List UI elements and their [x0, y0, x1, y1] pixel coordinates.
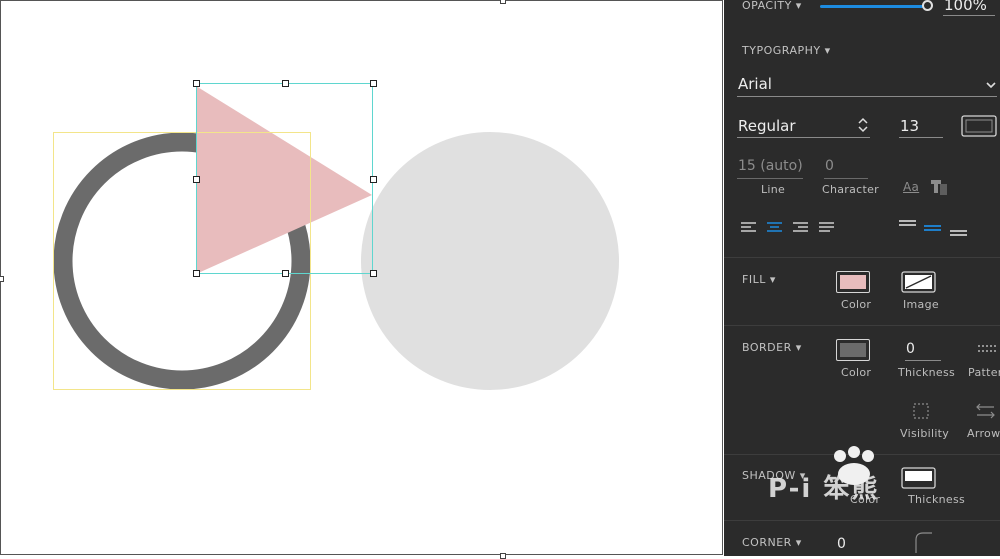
section-divider [724, 520, 1000, 521]
corner-section-label[interactable]: CORNER ▾ [742, 536, 802, 549]
shadow-preview-icon[interactable] [901, 467, 936, 489]
border-pattern-label: Patter [968, 366, 1000, 379]
shadow-thickness-label: Thickness [908, 493, 966, 506]
arrow-icon[interactable] [976, 403, 996, 419]
fill-image-icon[interactable] [901, 271, 936, 293]
properties-panel: OPACITY ▾ 100% TYPOGRAPHY ▾ Arial Regula… [724, 0, 1000, 556]
corner-radius-input[interactable]: 0 [837, 536, 846, 552]
text-transform-icon[interactable] [930, 179, 948, 196]
character-spacing-underline [824, 178, 868, 179]
resize-handle-right[interactable] [370, 176, 377, 183]
border-thickness-input[interactable]: 0 [906, 341, 915, 357]
character-spacing-input[interactable]: 0 [825, 158, 834, 174]
resize-handle-bottom-left[interactable] [193, 270, 200, 277]
resize-handle-top-left[interactable] [193, 80, 200, 87]
font-family-underline [737, 96, 997, 97]
line-height-label: Line [761, 183, 786, 196]
gray-circle-shape[interactable] [361, 132, 619, 390]
vertical-align-bottom-icon[interactable] [949, 229, 969, 239]
border-color-label: Color [841, 366, 872, 379]
resize-handle-bottom-right[interactable] [370, 270, 377, 277]
resize-handle-left[interactable] [193, 176, 200, 183]
border-section-label[interactable]: BORDER ▾ [742, 341, 802, 354]
border-color-swatch[interactable] [836, 339, 870, 361]
opacity-value-underline [943, 15, 995, 16]
font-family-select[interactable]: Arial [738, 75, 772, 93]
fill-section-label[interactable]: FILL ▾ [742, 273, 776, 286]
fill-color-swatch[interactable] [836, 271, 870, 293]
text-box-icon[interactable] [961, 115, 997, 137]
triangle-selection-box [196, 83, 373, 274]
vertical-align-middle-icon[interactable] [923, 224, 943, 234]
opacity-slider-thumb[interactable] [922, 0, 933, 11]
border-thickness-underline [905, 360, 941, 361]
fill-image-label: Image [903, 298, 939, 311]
font-size-input[interactable]: 13 [900, 117, 919, 135]
visibility-label: Visibility [900, 427, 950, 440]
arrow-label: Arrow [967, 427, 1000, 440]
opacity-section-label[interactable]: OPACITY ▾ [742, 0, 802, 12]
line-height-input[interactable]: 15 (auto) [738, 158, 803, 174]
design-canvas[interactable] [0, 0, 724, 559]
vertical-align-top-icon[interactable] [898, 219, 918, 229]
resize-handle-bottom[interactable] [282, 270, 289, 277]
resize-handle-top[interactable] [282, 80, 289, 87]
align-justify-icon[interactable] [818, 221, 836, 235]
chevron-down-icon[interactable] [986, 80, 996, 90]
align-left-icon[interactable] [740, 221, 758, 235]
opacity-value[interactable]: 100% [944, 0, 987, 14]
fill-color-label: Color [841, 298, 872, 311]
up-down-chevron-icon[interactable] [858, 116, 868, 134]
visibility-icon[interactable] [912, 402, 930, 420]
section-divider [724, 257, 1000, 258]
corner-radius-icon[interactable] [914, 530, 934, 554]
line-height-underline [737, 178, 803, 179]
typography-section-label[interactable]: TYPOGRAPHY ▾ [742, 44, 831, 57]
section-divider [724, 325, 1000, 326]
font-weight-underline [737, 137, 870, 138]
resize-handle-top-right[interactable] [370, 80, 377, 87]
font-size-underline [899, 137, 943, 138]
character-spacing-label: Character [822, 183, 880, 196]
border-pattern-icon[interactable] [977, 344, 997, 356]
font-weight-select[interactable]: Regular [738, 117, 796, 135]
watermark-text: P-i 笨熊 [768, 474, 880, 504]
align-right-icon[interactable] [792, 221, 810, 235]
border-thickness-label: Thickness [898, 366, 956, 379]
text-case-icon[interactable]: Aa [903, 180, 919, 194]
align-center-icon[interactable] [766, 221, 784, 235]
opacity-slider-track[interactable] [820, 5, 928, 8]
